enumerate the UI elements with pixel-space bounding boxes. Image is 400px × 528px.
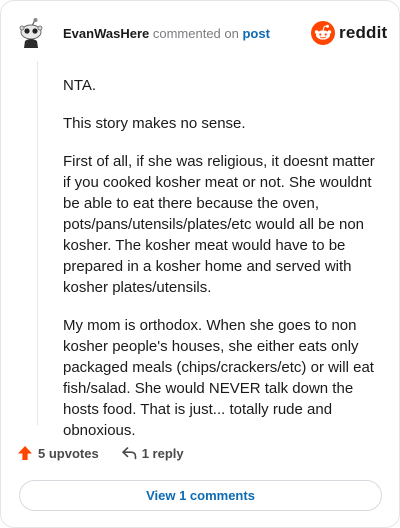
reddit-logo-icon [311, 21, 335, 45]
upvote-arrow-icon [18, 446, 32, 460]
comment-header: EvanWasHere commented on post [63, 26, 270, 42]
reply-arrow-icon [121, 447, 136, 460]
view-comments-button[interactable]: View 1 comments [19, 480, 382, 511]
comment-paragraph: First of all, if she was religious, it d… [63, 153, 375, 296]
snoo-avatar-icon [19, 18, 43, 48]
comment-body: NTA. This story makes no sense. First of… [63, 75, 375, 458]
reply-button[interactable]: 1 reply [121, 445, 184, 461]
reddit-wordmark: reddit [339, 23, 388, 42]
comment-actions: 5 upvotes 1 reply [17, 445, 184, 461]
comment-paragraph: This story makes no sense. [63, 115, 246, 132]
action-text: commented on [152, 26, 239, 41]
comment-paragraph: My mom is orthodox. When she goes to non… [63, 317, 374, 439]
reply-count: 1 reply [141, 445, 184, 461]
upvote-button[interactable]: 5 upvotes [17, 445, 99, 461]
comment-paragraph: NTA. [63, 77, 97, 94]
thread-line[interactable] [37, 61, 38, 425]
author-name[interactable]: EvanWasHere [63, 26, 149, 41]
reddit-logo[interactable]: reddit [311, 21, 387, 45]
upvote-count: 5 upvotes [38, 445, 99, 461]
comment-card: EvanWasHere commented on post reddit NTA… [0, 0, 400, 528]
post-link[interactable]: post [242, 26, 269, 41]
avatar[interactable] [15, 17, 47, 49]
